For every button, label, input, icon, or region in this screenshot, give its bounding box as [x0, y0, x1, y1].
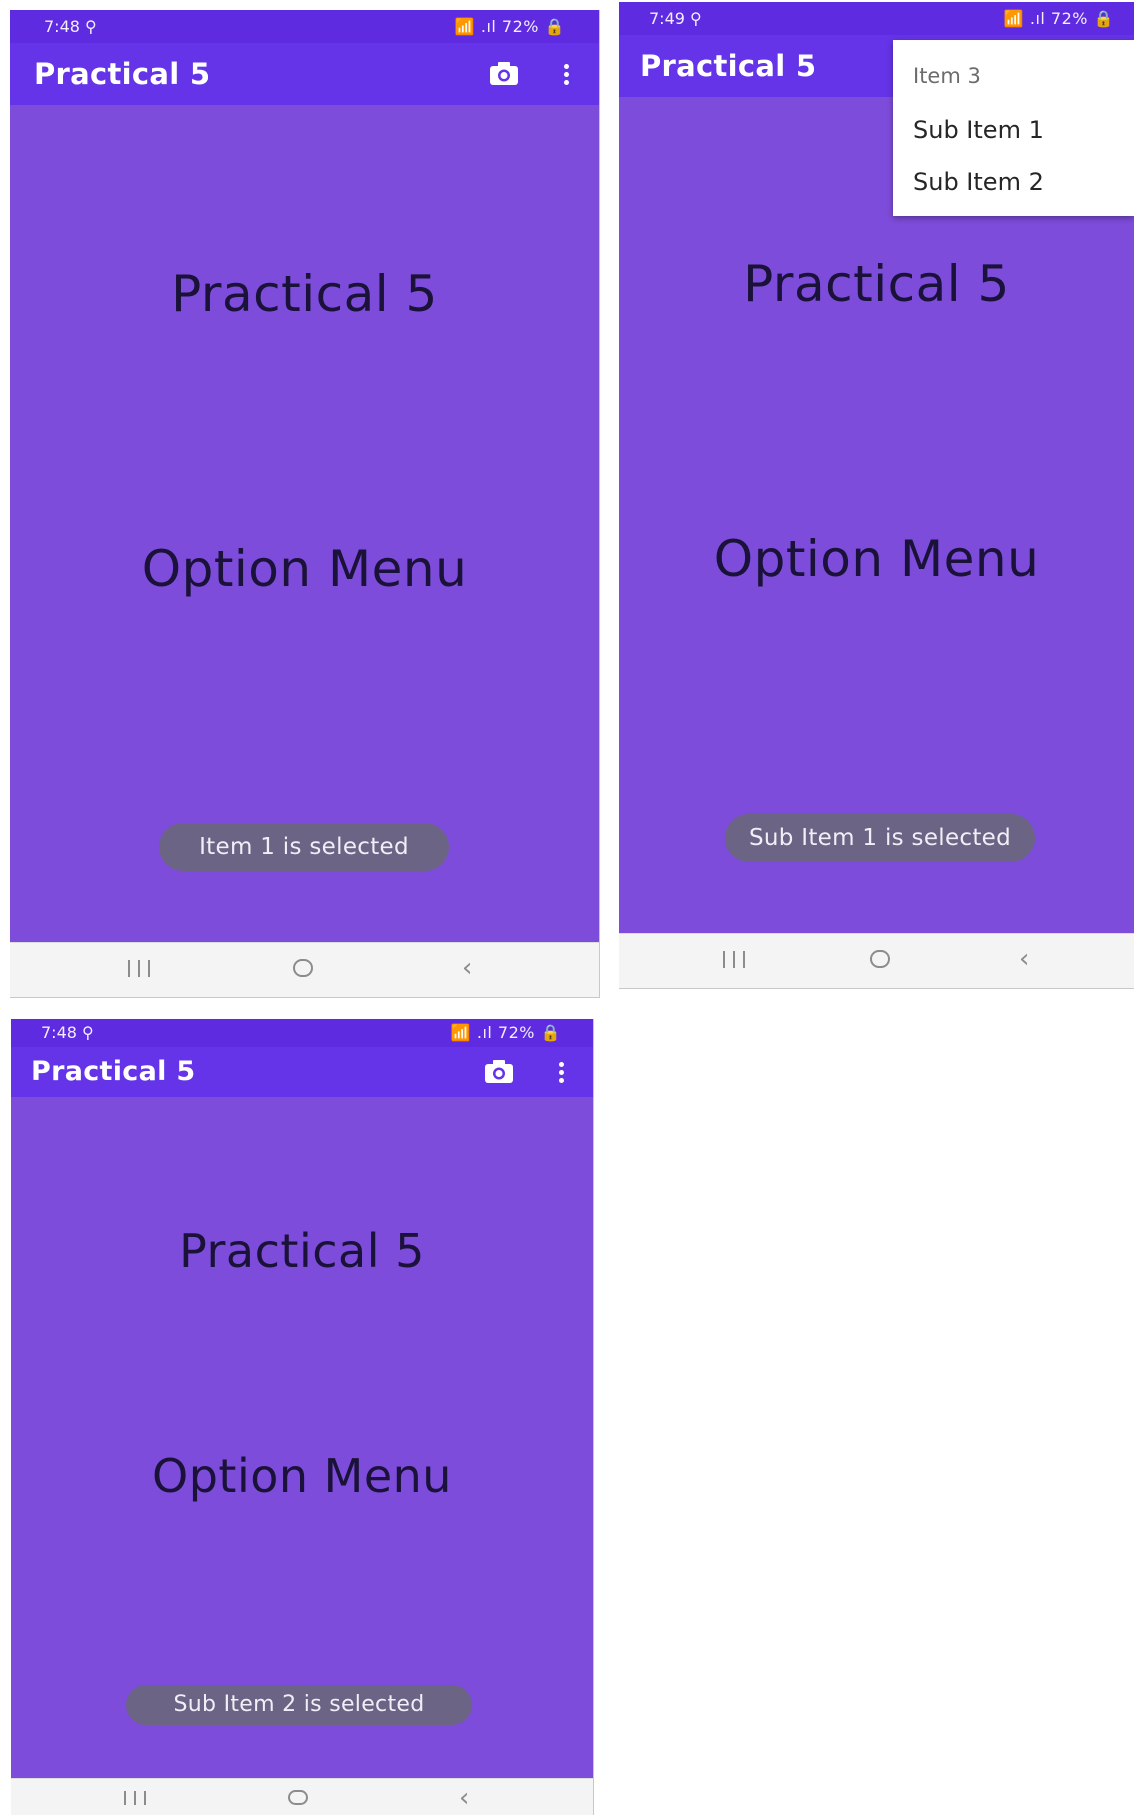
- home-icon[interactable]: [288, 1790, 308, 1805]
- recents-icon[interactable]: [124, 1791, 146, 1805]
- home-icon[interactable]: [293, 959, 313, 977]
- camera-button[interactable]: [482, 1057, 516, 1087]
- camera-icon: [490, 62, 518, 85]
- status-bar: 7:48 ⚲ 📶 ⁢.ıl 72% 🔒: [10, 10, 599, 43]
- back-icon[interactable]: ‹: [459, 1785, 469, 1811]
- navigation-bar: ‹: [10, 942, 599, 997]
- heading-practical: Practical 5: [743, 255, 1010, 313]
- navigation-bar: ‹: [11, 1778, 593, 1815]
- status-time: 7:48 ⚲: [41, 1023, 94, 1042]
- heading-option-menu: Option Menu: [141, 540, 468, 598]
- status-bar: 7:49 ⚲ 📶 ⁢.ıl 72% 🔒: [619, 2, 1134, 35]
- home-icon[interactable]: [870, 950, 890, 968]
- back-icon[interactable]: ‹: [462, 955, 472, 981]
- phone-screen-2: 7:49 ⚲ 📶 ⁢.ıl 72% 🔒 Practical 5 Item 3 S…: [619, 2, 1134, 989]
- status-bar: 7:48 ⚲ 📶 ⁢.ıl 72% 🔒: [11, 1019, 593, 1047]
- camera-icon: [485, 1060, 513, 1083]
- status-icons: 📶 ⁢.ıl 72% 🔒: [454, 17, 565, 36]
- toast-message: Sub Item 2 is selected: [126, 1685, 472, 1725]
- phone-screen-1: 7:48 ⚲ 📶 ⁢.ıl 72% 🔒 Practical 5 Practica…: [10, 10, 600, 998]
- popup-menu-header: Item 3: [913, 64, 981, 88]
- app-bar: Practical 5: [11, 1047, 593, 1097]
- status-time: 7:49 ⚲: [649, 9, 702, 28]
- camera-button[interactable]: [487, 59, 521, 89]
- app-title: Practical 5: [31, 1056, 196, 1087]
- overflow-menu-button[interactable]: [551, 1057, 571, 1087]
- recents-icon[interactable]: [128, 960, 150, 977]
- toast-message: Item 1 is selected: [159, 823, 449, 871]
- overflow-popup-menu: Item 3 Sub Item 1 Sub Item 2: [893, 40, 1134, 216]
- overflow-menu-icon: [558, 1061, 564, 1067]
- phone-screen-3: 7:48 ⚲ 📶 ⁢.ıl 72% 🔒 Practical 5 Practica…: [11, 1019, 594, 1815]
- status-icons: 📶 ⁢.ıl 72% 🔒: [450, 1023, 561, 1042]
- navigation-bar: ‹: [619, 933, 1134, 988]
- status-time: 7:48 ⚲: [44, 17, 97, 36]
- status-icons: 📶 ⁢.ıl 72% 🔒: [1003, 9, 1114, 28]
- popup-menu-sub-item-1[interactable]: Sub Item 1: [909, 114, 1048, 146]
- overflow-menu-icon: [563, 63, 569, 69]
- recents-icon[interactable]: [723, 951, 745, 968]
- popup-menu-sub-item-2[interactable]: Sub Item 2: [909, 166, 1048, 198]
- back-icon[interactable]: ‹: [1019, 946, 1029, 972]
- overflow-menu-button[interactable]: [556, 59, 576, 89]
- heading-practical: Practical 5: [171, 265, 438, 323]
- app-bar: Practical 5: [10, 43, 599, 105]
- app-title: Practical 5: [640, 49, 817, 83]
- heading-practical: Practical 5: [179, 1224, 425, 1278]
- heading-option-menu: Option Menu: [713, 530, 1040, 588]
- app-title: Practical 5: [34, 57, 211, 91]
- toast-message: Sub Item 1 is selected: [725, 814, 1035, 862]
- heading-option-menu: Option Menu: [152, 1449, 452, 1503]
